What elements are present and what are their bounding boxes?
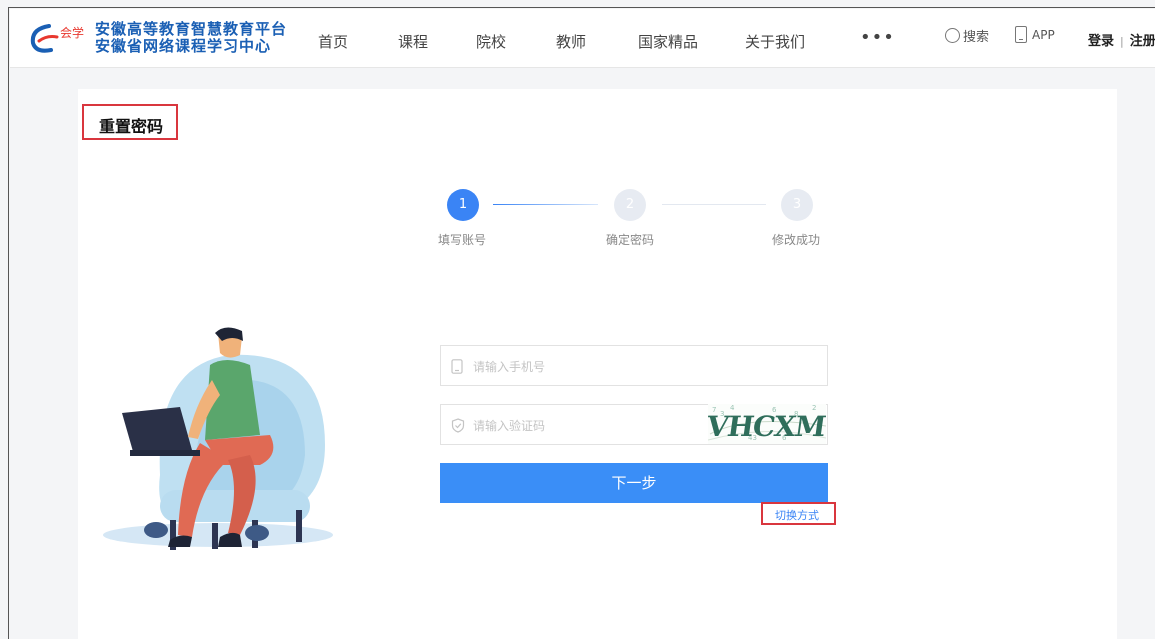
app-label: APP <box>1032 27 1055 42</box>
login-link[interactable]: 登录 <box>1088 34 1114 49</box>
phone-input[interactable] <box>471 346 725 387</box>
auth-separator: | <box>1120 35 1124 48</box>
step-3-label: 修改成功 <box>772 233 821 247</box>
search-button[interactable]: 搜索 <box>945 26 989 45</box>
auth-links: 登录 | 注册 <box>1088 30 1155 49</box>
nav-national-quality[interactable]: 国家精品 <box>638 31 698 52</box>
brand-line-1: 安徽高等教育智慧教育平台 <box>95 20 288 38</box>
captcha-image[interactable]: 7 34 6 82 243 6 VHCXM <box>708 404 826 444</box>
nav-home[interactable]: 首页 <box>318 31 348 52</box>
platform-logo-icon[interactable]: 会学 <box>27 21 95 55</box>
app-download-button[interactable]: APP <box>1015 26 1055 43</box>
step-3-indicator: 3 <box>781 189 813 221</box>
search-label: 搜索 <box>963 30 990 45</box>
nav-more-icon[interactable]: ••• <box>860 27 895 48</box>
step-connector-1 <box>493 204 598 205</box>
page-title: 重置密码 <box>99 117 164 136</box>
brand-line-2: 安徽省网络课程学习中心 <box>95 37 272 55</box>
step-2-label: 确定密码 <box>606 233 655 247</box>
register-link[interactable]: 注册 <box>1130 34 1155 49</box>
switch-method-link[interactable]: 切换方式 <box>775 507 819 523</box>
shield-check-icon <box>451 418 465 433</box>
captcha-text: VHCXM <box>708 410 826 443</box>
captcha-input[interactable] <box>471 405 725 446</box>
mobile-phone-icon <box>451 359 463 374</box>
nav-courses[interactable]: 课程 <box>398 31 428 52</box>
step-1-indicator: 1 <box>447 189 479 221</box>
person-with-laptop-illustration <box>103 327 333 550</box>
nav-about-us[interactable]: 关于我们 <box>745 31 805 52</box>
step-2-indicator: 2 <box>614 189 646 221</box>
search-icon <box>945 28 960 43</box>
brand-title[interactable]: 安徽高等教育智慧教育平台 安徽省网络课程学习中心 <box>95 21 287 55</box>
phone-field <box>440 345 828 387</box>
next-step-button[interactable]: 下一步 <box>440 463 828 503</box>
step-1-label: 填写账号 <box>438 233 487 247</box>
top-navbar: 会学 安徽高等教育智慧教育平台 安徽省网络课程学习中心 首页 课程 院校 教师 … <box>10 9 1155 68</box>
nav-teachers[interactable]: 教师 <box>556 31 586 52</box>
nav-colleges[interactable]: 院校 <box>476 31 506 52</box>
mobile-phone-icon <box>1015 26 1027 43</box>
svg-text:会学: 会学 <box>60 25 84 40</box>
step-connector-2 <box>662 204 766 205</box>
